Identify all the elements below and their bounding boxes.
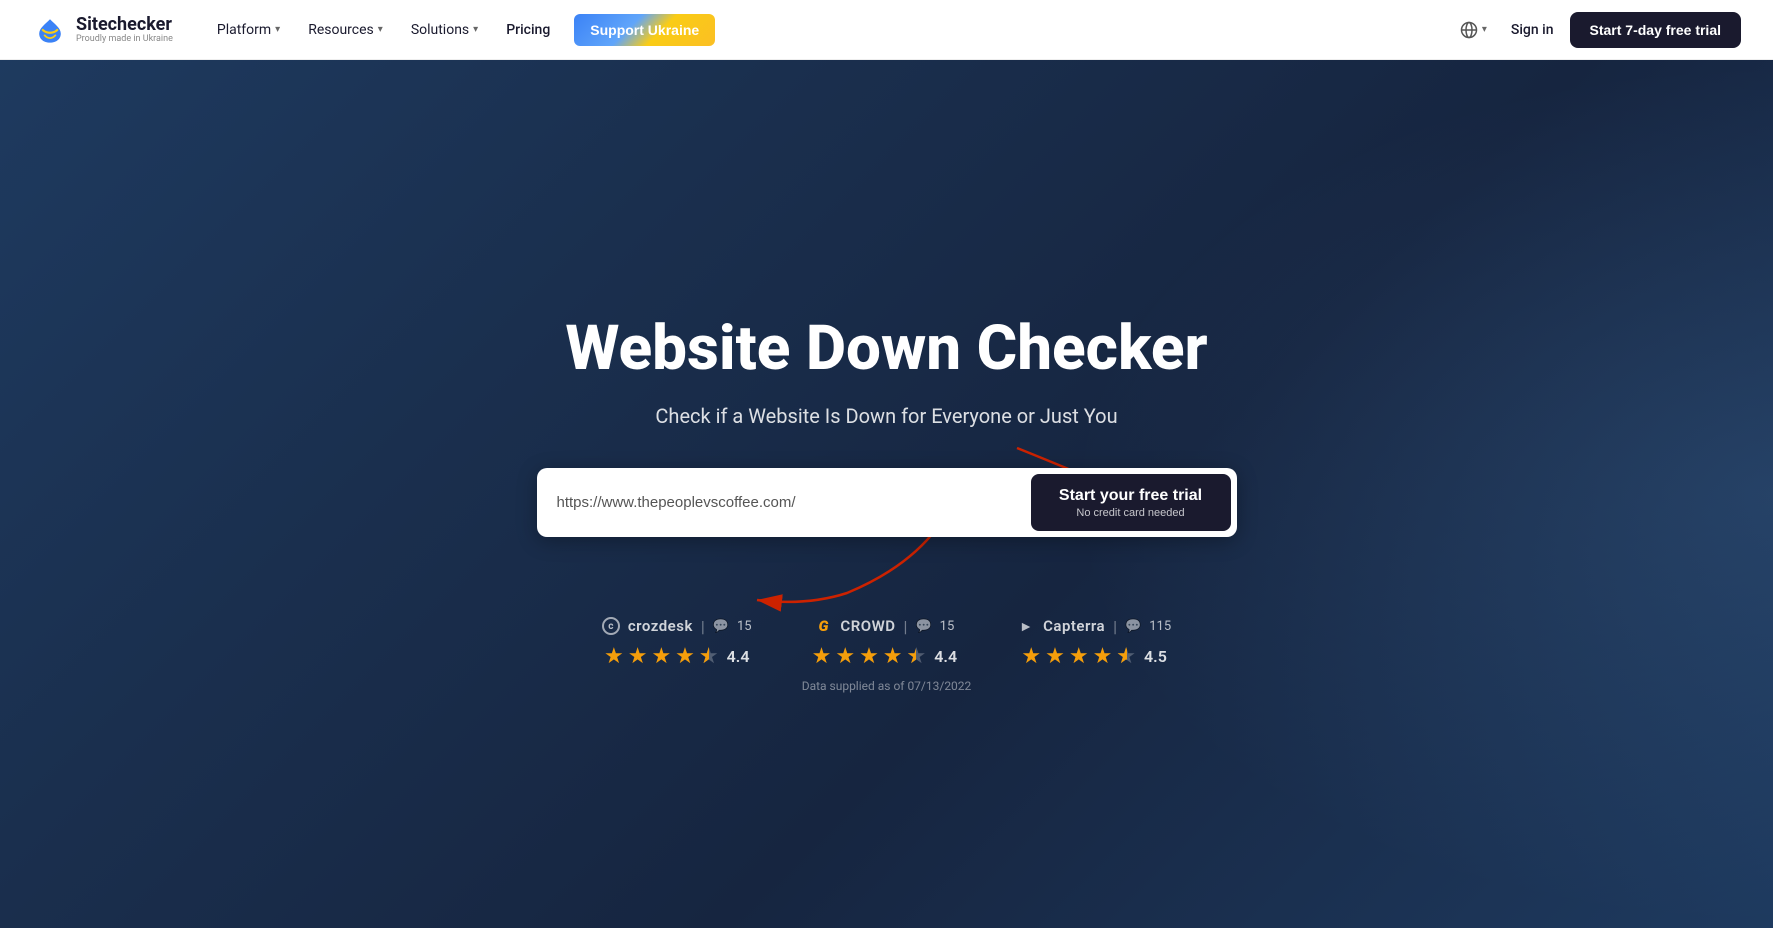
rating-capterra-header: ► Capterra | 💬 115 [1017, 617, 1171, 636]
crowd-stars: ★ ★ ★ ★ ★ ★ 4.4 [812, 644, 958, 669]
crozdesk-stars: ★ ★ ★ ★ ★ ★ 4.4 [604, 644, 750, 669]
chevron-down-icon: ▾ [378, 24, 383, 35]
cta-sub-label: No credit card needed [1055, 507, 1207, 519]
sign-in-button[interactable]: Sign in [1511, 22, 1554, 38]
support-ukraine-button[interactable]: Support Ukraine [574, 14, 715, 46]
navbar: Sitechecker Proudly made in Ukraine Plat… [0, 0, 1773, 60]
star-2: ★ [835, 644, 855, 669]
cta-main-label: Start your free trial [1055, 486, 1207, 505]
crozdesk-count: 15 [737, 619, 752, 634]
capterra-icon: ► [1017, 617, 1035, 635]
nav-platform[interactable]: Platform ▾ [205, 14, 292, 46]
nav-solutions[interactable]: Solutions ▾ [399, 14, 490, 46]
start-free-trial-button[interactable]: Start your free trial No credit card nee… [1031, 474, 1231, 531]
star-4: ★ [1093, 644, 1113, 669]
nav-resources[interactable]: Resources ▾ [296, 14, 395, 46]
g2-icon: G [814, 617, 832, 635]
crozdesk-icon: c [602, 617, 620, 635]
star-3: ★ [1069, 644, 1089, 669]
ratings-section: c crozdesk | 💬 15 ★ ★ ★ ★ ★ ★ 4.4 G [602, 617, 1171, 669]
logo-name: Sitechecker [76, 15, 173, 35]
star-3: ★ [859, 644, 879, 669]
url-input[interactable] [557, 484, 1031, 521]
globe-icon [1460, 21, 1478, 39]
logo[interactable]: Sitechecker Proudly made in Ukraine [32, 12, 173, 48]
capterra-name: Capterra [1043, 617, 1105, 635]
star-4: ★ [675, 644, 695, 669]
star-4: ★ [883, 644, 903, 669]
crozdesk-name: crozdesk [628, 617, 693, 635]
crowd-count: 15 [940, 619, 955, 634]
rating-crowd: G CROWD | 💬 15 ★ ★ ★ ★ ★ ★ 4.4 [812, 617, 958, 669]
star-5: ★ ★ [907, 644, 927, 669]
comment-icon: 💬 [915, 619, 931, 634]
search-wrapper: Start your free trial No credit card nee… [537, 468, 1237, 537]
capterra-count: 115 [1149, 619, 1171, 634]
rating-capterra: ► Capterra | 💬 115 ★ ★ ★ ★ ★ ★ 4.5 [1017, 617, 1171, 669]
language-selector[interactable]: ▾ [1452, 15, 1495, 45]
hero-section: Website Down Checker Check if a Website … [0, 60, 1773, 928]
rating-crozdesk-header: c crozdesk | 💬 15 [602, 617, 752, 636]
chevron-down-icon: ▾ [473, 24, 478, 35]
logo-icon [32, 12, 68, 48]
navbar-right: ▾ Sign in Start 7-day free trial [1452, 12, 1741, 48]
star-1: ★ [812, 644, 832, 669]
crowd-score: 4.4 [934, 647, 957, 666]
data-note: Data supplied as of 07/13/2022 [802, 679, 972, 693]
crowd-name: CROWD [840, 617, 895, 635]
divider: | [904, 617, 908, 636]
chevron-down-icon: ▾ [275, 24, 280, 35]
star-3: ★ [651, 644, 671, 669]
start-trial-nav-button[interactable]: Start 7-day free trial [1570, 12, 1742, 48]
divider: | [701, 617, 705, 636]
logo-text: Sitechecker Proudly made in Ukraine [76, 15, 173, 45]
capterra-score: 4.5 [1144, 647, 1167, 666]
star-1: ★ [604, 644, 624, 669]
search-container: Start your free trial No credit card nee… [537, 468, 1237, 537]
rating-crozdesk: c crozdesk | 💬 15 ★ ★ ★ ★ ★ ★ 4.4 [602, 617, 752, 669]
hero-subtitle: Check if a Website Is Down for Everyone … [655, 404, 1117, 428]
crozdesk-score: 4.4 [727, 647, 750, 666]
capterra-stars: ★ ★ ★ ★ ★ ★ 4.5 [1021, 644, 1167, 669]
star-5: ★ ★ [1116, 644, 1136, 669]
comment-icon: 💬 [1125, 619, 1141, 634]
rating-crowd-header: G CROWD | 💬 15 [814, 617, 954, 636]
logo-tagline: Proudly made in Ukraine [76, 34, 173, 44]
star-2: ★ [1045, 644, 1065, 669]
comment-icon: 💬 [713, 619, 729, 634]
star-1: ★ [1021, 644, 1041, 669]
nav-links: Platform ▾ Resources ▾ Solutions ▾ Prici… [205, 14, 1452, 46]
nav-pricing[interactable]: Pricing [494, 14, 562, 46]
chevron-down-icon: ▾ [1482, 24, 1487, 35]
divider: | [1113, 617, 1117, 636]
star-2: ★ [628, 644, 648, 669]
hero-title: Website Down Checker [565, 315, 1207, 383]
star-5: ★ ★ [699, 644, 719, 669]
